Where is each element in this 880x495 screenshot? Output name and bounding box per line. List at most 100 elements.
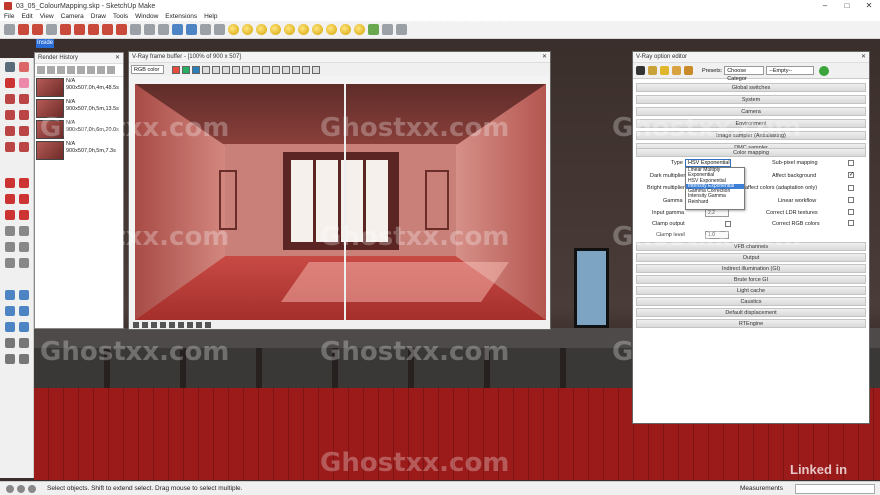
presets-category-select[interactable]: Choose Categor [724, 66, 765, 82]
offset-tool-icon[interactable] [130, 24, 141, 35]
zoom-window-icon[interactable] [19, 306, 29, 316]
history-swap-icon[interactable] [97, 66, 105, 74]
orbit-icon[interactable] [5, 290, 15, 300]
rotate-icon[interactable] [5, 194, 15, 204]
arc-icon[interactable] [5, 142, 15, 152]
text-icon[interactable] [19, 242, 29, 252]
menu-file[interactable]: File [4, 13, 14, 20]
previous-view-icon[interactable] [19, 322, 29, 332]
subpixel-mapping-checkbox[interactable] [848, 160, 854, 166]
close-icon[interactable]: ✕ [542, 52, 547, 63]
scale-icon[interactable] [5, 210, 15, 220]
presets-value-select[interactable]: --Empty-- [766, 66, 815, 75]
vray-frame-buffer-icon[interactable] [284, 24, 295, 35]
type-option[interactable]: Reinhard [686, 199, 744, 205]
history-folder-icon[interactable] [37, 66, 45, 74]
menu-edit[interactable]: Edit [21, 13, 32, 20]
affect-colors-checkbox[interactable] [848, 185, 854, 191]
select-tool-icon[interactable] [4, 24, 15, 35]
blue-channel-icon[interactable] [192, 65, 200, 74]
history-save-icon[interactable] [47, 66, 55, 74]
eraser-icon[interactable] [19, 78, 29, 88]
lens-effects-icon[interactable] [196, 321, 202, 328]
pencil-tool-icon[interactable] [32, 24, 43, 35]
orbit-tool-icon[interactable] [172, 24, 183, 35]
paint-bucket-icon[interactable] [5, 78, 15, 88]
menu-draw[interactable]: Draw [91, 13, 106, 20]
alpha-channel-icon[interactable] [202, 65, 210, 74]
close-icon[interactable]: ✕ [861, 52, 866, 63]
move-tool-icon[interactable] [88, 24, 99, 35]
stop-render-icon[interactable] [302, 65, 310, 74]
push-pull-icon[interactable] [19, 178, 29, 188]
vray-render-icon[interactable] [228, 24, 239, 35]
menu-help[interactable]: Help [204, 13, 217, 20]
eraser-tool-icon[interactable] [18, 24, 29, 35]
polygon-icon[interactable] [19, 126, 29, 136]
stamp-icon[interactable] [205, 321, 211, 328]
apply-preset-icon[interactable] [819, 65, 830, 76]
look-around-icon[interactable] [19, 338, 29, 348]
menu-camera[interactable]: Camera [61, 13, 84, 20]
affect-background-checkbox[interactable]: ✓ [848, 172, 854, 178]
duplicate-icon[interactable] [252, 65, 260, 74]
line-icon[interactable] [5, 94, 15, 104]
rollout-output[interactable]: Output [636, 253, 866, 262]
srgb-icon[interactable] [169, 321, 175, 328]
linear-workflow-checkbox[interactable] [848, 197, 854, 203]
push-pull-tool-icon[interactable] [74, 24, 85, 35]
rotate-tool-icon[interactable] [102, 24, 113, 35]
history-options-icon[interactable] [107, 66, 115, 74]
rollout-indirect-illumination[interactable]: Indirect illumination (GI) [636, 264, 866, 273]
3d-text-icon[interactable] [19, 258, 29, 268]
load-image-icon[interactable] [232, 65, 240, 74]
help-icon[interactable] [28, 484, 36, 493]
section-plane-icon[interactable] [19, 354, 29, 364]
walk-icon[interactable] [5, 354, 15, 364]
close-icon[interactable]: ✕ [115, 53, 120, 64]
menu-extensions[interactable]: Extensions [165, 13, 197, 20]
link-icon[interactable] [282, 65, 290, 74]
rollout-global-switches[interactable]: Global switches [636, 83, 866, 92]
geo-location-icon[interactable] [6, 484, 14, 493]
correct-ldr-checkbox[interactable] [848, 209, 854, 215]
preset-settings-icon[interactable] [684, 66, 693, 75]
rectangle-icon[interactable] [5, 110, 15, 120]
history-item[interactable]: N/A 900x507,0h,4m,48.5s [36, 78, 124, 97]
material-settings-icon[interactable] [672, 66, 681, 75]
vray-interactive-icon[interactable] [242, 24, 253, 35]
menu-window[interactable]: Window [135, 13, 158, 20]
text-tool-icon[interactable] [158, 24, 169, 35]
render-settings-icon[interactable] [660, 66, 669, 75]
rollout-color-mapping[interactable]: Color mapping [636, 148, 866, 157]
move-icon[interactable] [5, 178, 15, 188]
rollout-rtengine[interactable]: RTEngine [636, 319, 866, 328]
zoom-extents-icon[interactable] [214, 24, 225, 35]
history-compare-a-icon[interactable] [77, 66, 85, 74]
minimize-button[interactable]: – [814, 0, 836, 12]
pan-tool-icon[interactable] [186, 24, 197, 35]
menu-tools[interactable]: Tools [113, 13, 128, 20]
monochrome-icon[interactable] [212, 65, 220, 74]
close-button[interactable]: ✕ [858, 0, 880, 12]
make-component-icon[interactable] [19, 62, 29, 72]
region-render-icon[interactable] [272, 65, 280, 74]
select-icon[interactable] [5, 62, 15, 72]
rollout-brute-force-gi[interactable]: Brute force GI [636, 275, 866, 284]
history-load-icon[interactable] [57, 66, 65, 74]
exposure-icon[interactable] [160, 321, 166, 328]
correct-rgb-checkbox[interactable] [848, 220, 854, 226]
green-channel-icon[interactable] [182, 65, 190, 74]
maximize-button[interactable]: □ [836, 0, 858, 12]
rollout-default-displacement[interactable]: Default displacement [636, 308, 866, 317]
channel-select[interactable]: RGB color [131, 65, 164, 74]
lut-icon[interactable] [178, 321, 184, 328]
menu-view[interactable]: View [40, 13, 54, 20]
rectangle-tool-icon[interactable] [60, 24, 71, 35]
render-icon[interactable] [292, 65, 300, 74]
protractor-icon[interactable] [5, 242, 15, 252]
history-toggle-icon[interactable] [312, 65, 320, 74]
arc-tool-icon[interactable] [46, 24, 57, 35]
track-mouse-icon[interactable] [262, 65, 270, 74]
offset-icon[interactable] [19, 210, 29, 220]
